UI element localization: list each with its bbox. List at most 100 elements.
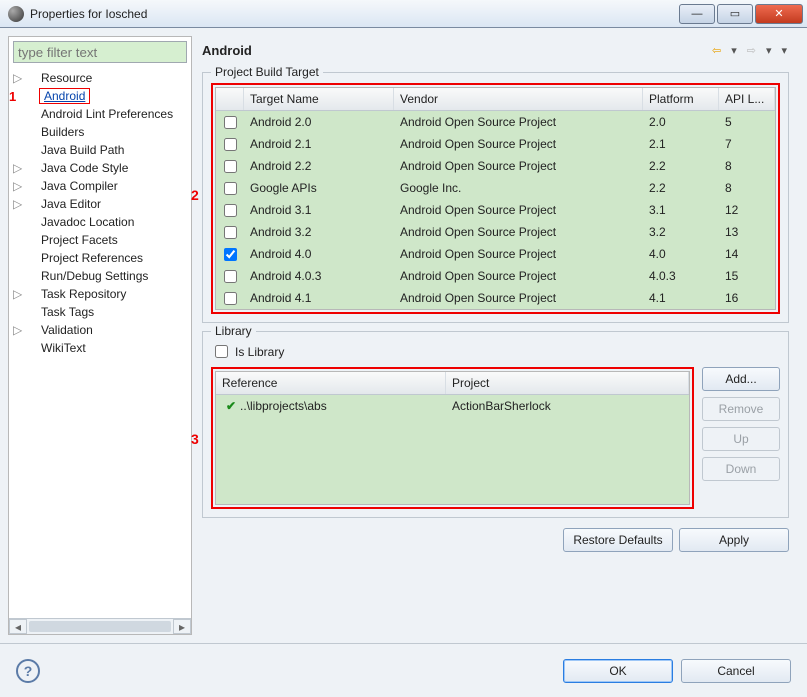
cancel-button[interactable]: Cancel [681, 659, 791, 683]
target-vendor: Android Open Source Project [394, 243, 643, 265]
target-name: Android 4.0 [244, 243, 394, 265]
target-header-name[interactable]: Target Name [244, 88, 394, 110]
library-add-button[interactable]: Add... [702, 367, 780, 391]
library-row[interactable]: ✔..\libprojects\absActionBarSherlock [216, 395, 689, 417]
target-vendor: Android Open Source Project [394, 133, 643, 155]
sidebar-item[interactable]: ▷Validation [9, 321, 191, 339]
nav-menu-dropdown-icon[interactable]: ▾ [779, 44, 789, 57]
target-vendor: Android Open Source Project [394, 265, 643, 287]
sidebar-item[interactable]: WikiText [9, 339, 191, 357]
target-header-vendor[interactable]: Vendor [394, 88, 643, 110]
sidebar-item-label: Java Editor [39, 197, 103, 211]
scroll-left-icon[interactable]: ◂ [9, 619, 27, 634]
target-name: Android 2.2 [244, 155, 394, 177]
target-row[interactable]: Android 2.1Android Open Source Project2.… [216, 133, 775, 155]
scroll-thumb[interactable] [29, 621, 171, 632]
annotation-box-3: 3 Reference Project ✔..\libprojects\absA… [211, 367, 694, 509]
filter-input[interactable] [13, 41, 187, 63]
target-row[interactable]: Android 3.1Android Open Source Project3.… [216, 199, 775, 221]
sidebar-item[interactable]: Project Facets [9, 231, 191, 249]
sidebar-item-label: Java Compiler [39, 179, 120, 193]
target-row[interactable]: Android 4.1Android Open Source Project4.… [216, 287, 775, 309]
sidebar-item[interactable]: Run/Debug Settings [9, 267, 191, 285]
target-checkbox[interactable] [224, 182, 237, 195]
nav-forward-dropdown-icon[interactable]: ▾ [764, 44, 774, 57]
target-row[interactable]: Android 2.2Android Open Source Project2.… [216, 155, 775, 177]
target-checkbox[interactable] [224, 292, 237, 305]
sidebar-scrollbar[interactable]: ◂ ▸ [9, 618, 191, 634]
sidebar-item[interactable]: ▷ Java Editor [9, 195, 191, 213]
target-checkbox[interactable] [224, 204, 237, 217]
eclipse-icon [8, 6, 24, 22]
library-remove-button: Remove [702, 397, 780, 421]
restore-defaults-button[interactable]: Restore Defaults [563, 528, 673, 552]
sidebar-item[interactable]: Task Tags [9, 303, 191, 321]
annotation-number-3: 3 [191, 431, 199, 447]
target-api: 5 [719, 111, 775, 133]
target-row[interactable]: Android 4.0Android Open Source Project4.… [216, 243, 775, 265]
lib-header-project[interactable]: Project [446, 372, 689, 394]
lib-ok-icon: ✔ [222, 399, 240, 413]
sidebar-item[interactable]: Builders [9, 123, 191, 141]
sidebar-item-label: Java Code Style [39, 161, 130, 175]
is-library-checkbox[interactable]: Is Library [211, 342, 780, 361]
build-target-table[interactable]: Target Name Vendor Platform API L... And… [215, 87, 776, 310]
sidebar-item-label: Builders [39, 125, 86, 139]
target-row[interactable]: Android 2.0Android Open Source Project2.… [216, 111, 775, 133]
ok-button[interactable]: OK [563, 659, 673, 683]
library-table[interactable]: Reference Project ✔..\libprojects\absAct… [215, 371, 690, 505]
disclosure-triangle-icon[interactable]: ▷ [13, 323, 25, 337]
sidebar-item[interactable]: ▷ Java Code Style [9, 159, 191, 177]
disclosure-triangle-icon[interactable]: ▷ [13, 179, 25, 193]
target-row[interactable]: Google APIsGoogle Inc.2.28 [216, 177, 775, 199]
target-header-platform[interactable]: Platform [643, 88, 719, 110]
disclosure-triangle-icon[interactable]: ▷ [13, 197, 25, 211]
disclosure-triangle-icon[interactable]: ▷ [13, 161, 25, 175]
nav-back-icon[interactable]: ⇦ [710, 44, 723, 57]
target-api: 12 [719, 199, 775, 221]
target-row[interactable]: Android 3.2Android Open Source Project3.… [216, 221, 775, 243]
nav-back-dropdown-icon[interactable]: ▾ [729, 44, 739, 57]
sidebar-item-label: Javadoc Location [39, 215, 136, 229]
apply-button[interactable]: Apply [679, 528, 789, 552]
disclosure-triangle-icon[interactable]: ▷ [13, 287, 25, 301]
target-platform: 2.2 [643, 177, 719, 199]
target-vendor: Google Inc. [394, 177, 643, 199]
window-minimize-button[interactable]: — [679, 4, 715, 24]
lib-header-reference[interactable]: Reference [216, 372, 446, 394]
target-name: Android 2.0 [244, 111, 394, 133]
is-library-input[interactable] [215, 345, 228, 358]
help-icon[interactable]: ? [16, 659, 40, 683]
library-group: Library Is Library 3 Reference Project ✔… [202, 331, 789, 518]
sidebar-item[interactable]: Project References [9, 249, 191, 267]
target-api: 16 [719, 287, 775, 309]
sidebar-item[interactable]: Java Build Path [9, 141, 191, 159]
target-checkbox[interactable] [224, 160, 237, 173]
target-checkbox[interactable] [224, 226, 237, 239]
sidebar-item[interactable]: ▷ Java Compiler [9, 177, 191, 195]
disclosure-triangle-icon[interactable]: ▷ [13, 71, 25, 85]
target-vendor: Android Open Source Project [394, 111, 643, 133]
target-api: 7 [719, 133, 775, 155]
sidebar-item[interactable]: ▷Task Repository [9, 285, 191, 303]
target-row[interactable]: Android 4.0.3Android Open Source Project… [216, 265, 775, 287]
target-name: Android 4.1 [244, 287, 394, 309]
sidebar-item[interactable]: Android Lint Preferences [9, 105, 191, 123]
scroll-right-icon[interactable]: ▸ [173, 619, 191, 634]
target-checkbox[interactable] [224, 138, 237, 151]
sidebar-item-label: Task Tags [39, 305, 96, 319]
properties-tree[interactable]: ▷Resource1AndroidAndroid Lint Preference… [9, 67, 191, 618]
target-checkbox[interactable] [224, 248, 237, 261]
target-checkbox[interactable] [224, 116, 237, 129]
target-checkbox[interactable] [224, 270, 237, 283]
sidebar-item[interactable]: 1Android [9, 87, 191, 105]
target-platform: 2.1 [643, 133, 719, 155]
window-titlebar: Properties for Iosched — ▭ ✕ [0, 0, 807, 28]
window-close-button[interactable]: ✕ [755, 4, 803, 24]
sidebar-item[interactable]: Javadoc Location [9, 213, 191, 231]
target-api: 14 [719, 243, 775, 265]
sidebar-item[interactable]: ▷Resource [9, 69, 191, 87]
target-name: Android 3.1 [244, 199, 394, 221]
window-maximize-button[interactable]: ▭ [717, 4, 753, 24]
target-header-api[interactable]: API L... [719, 88, 775, 110]
